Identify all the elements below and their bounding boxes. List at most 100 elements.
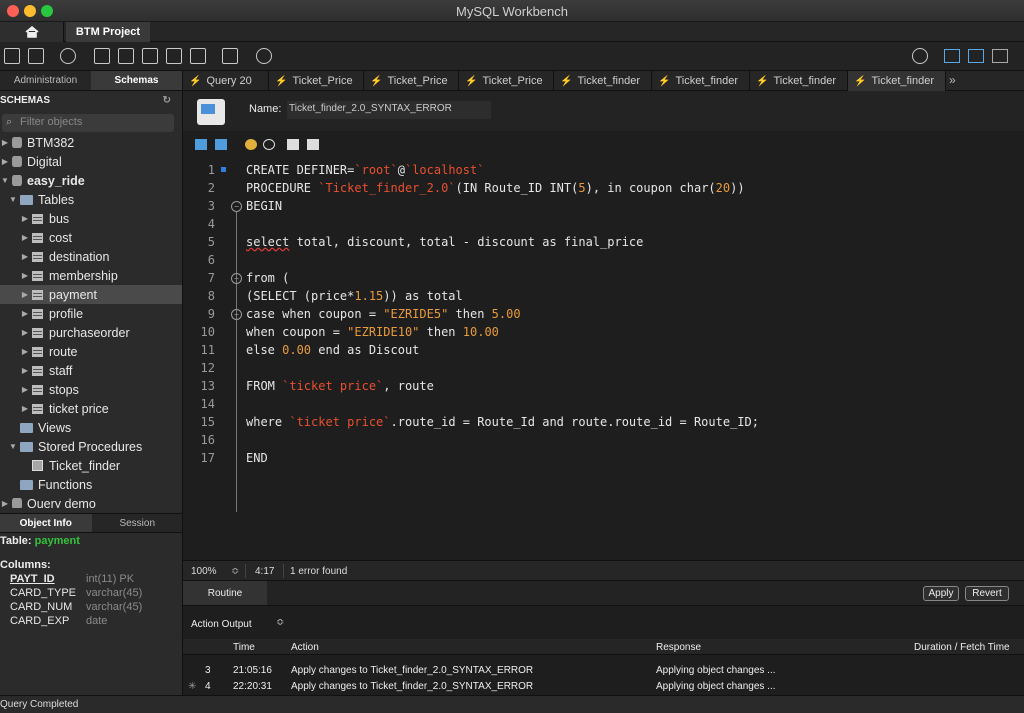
code-line[interactable]: 15 where `ticket price`.route_id = Route_… — [183, 413, 1024, 431]
schema-item[interactable]: ▶ Digital — [0, 152, 182, 171]
tab-routine[interactable]: Routine — [183, 581, 267, 606]
toggle-sidebar-icon[interactable] — [944, 49, 960, 63]
code-line[interactable]: 7 − from ( — [183, 269, 1024, 287]
save-file-icon[interactable] — [215, 139, 227, 150]
open-sql-script-icon[interactable] — [28, 48, 44, 64]
create-schema-icon[interactable] — [94, 48, 110, 64]
settings-gear-icon[interactable] — [912, 48, 928, 64]
tab-ticket-price[interactable]: ⚡ Ticket_Price — [269, 71, 364, 91]
expand-arrow-icon[interactable]: ▶ — [20, 233, 30, 242]
tree-folder[interactable]: Functions — [0, 475, 182, 494]
duration-column-header[interactable]: Duration / Fetch Time — [914, 642, 1010, 653]
collapse-arrow-icon[interactable]: ▼ — [8, 442, 18, 451]
table-item[interactable]: ▶ purchaseorder — [0, 323, 182, 342]
create-function-icon[interactable] — [190, 48, 206, 64]
routine-name-field[interactable]: Ticket_finder_2.0_SYNTAX_ERROR — [287, 101, 491, 119]
filter-objects-input[interactable]: ⌕ Filter objects — [2, 114, 174, 132]
table-item[interactable]: ▶ destination — [0, 247, 182, 266]
collapse-arrow-icon[interactable]: ▼ — [8, 195, 18, 204]
code-line[interactable]: 12 — [183, 359, 1024, 377]
create-view-icon[interactable] — [142, 48, 158, 64]
tab-object-info[interactable]: Object Info — [0, 514, 92, 532]
action-column-header[interactable]: Action — [291, 642, 319, 653]
table-item[interactable]: ▶ profile — [0, 304, 182, 323]
expand-arrow-icon[interactable]: ▶ — [20, 404, 30, 413]
search-table-data-icon[interactable] — [222, 48, 238, 64]
revert-button[interactable]: Revert — [965, 586, 1009, 601]
home-tab[interactable] — [0, 22, 64, 42]
expand-arrow-icon[interactable]: ▶ — [20, 290, 30, 299]
create-procedure-icon[interactable] — [166, 48, 182, 64]
schema-item[interactable]: ▼ easy_ride — [0, 171, 182, 190]
code-line[interactable]: 16 — [183, 431, 1024, 449]
table-item[interactable]: ▶ stops — [0, 380, 182, 399]
table-item[interactable]: ▶ bus — [0, 209, 182, 228]
tree-folder[interactable]: ▼ Tables — [0, 190, 182, 209]
find-icon[interactable] — [263, 139, 275, 150]
expand-arrow-icon[interactable]: ▶ — [20, 385, 30, 394]
beautify-icon[interactable] — [245, 139, 257, 150]
code-line[interactable]: 4 — [183, 215, 1024, 233]
zoom-stepper-icon[interactable]: ≎ — [231, 566, 239, 577]
code-line[interactable]: 11 else 0.00 end as Discout — [183, 341, 1024, 359]
code-line[interactable]: 14 — [183, 395, 1024, 413]
schema-item[interactable]: ▶ BTM382 — [0, 133, 182, 152]
new-sql-tab-icon[interactable] — [4, 48, 20, 64]
sql-editor[interactable]: 1 CREATE DEFINER=`root`@`localhost` 2 PROCE… — [183, 158, 1024, 560]
expand-arrow-icon[interactable]: ▶ — [20, 271, 30, 280]
create-table-icon[interactable] — [118, 48, 134, 64]
expand-arrow-icon[interactable]: ▶ — [20, 214, 30, 223]
code-line[interactable]: 13 FROM `ticket price`, route — [183, 377, 1024, 395]
output-row[interactable]: ✳ 4 22:20:31 Apply changes to Ticket_fin… — [183, 679, 1024, 695]
inspector-icon[interactable] — [60, 48, 76, 64]
code-line[interactable]: 1 CREATE DEFINER=`root`@`localhost` — [183, 161, 1024, 179]
code-line[interactable]: 17 END — [183, 449, 1024, 467]
zoom-level[interactable]: 100% — [191, 566, 217, 577]
fold-toggle-icon[interactable]: − — [231, 308, 242, 320]
code-line[interactable]: 6 — [183, 251, 1024, 269]
refresh-schemas-icon[interactable]: ↻ — [163, 95, 171, 106]
expand-arrow-icon[interactable]: ▶ — [20, 309, 30, 318]
word-wrap-icon[interactable] — [307, 139, 319, 150]
open-file-icon[interactable] — [195, 139, 207, 150]
code-line[interactable]: 2 PROCEDURE `Ticket_finder_2.0`(IN Route_… — [183, 179, 1024, 197]
table-item-selected[interactable]: ▶ payment — [0, 285, 182, 304]
expand-arrow-icon[interactable]: ▶ — [0, 138, 10, 147]
expand-arrow-icon[interactable]: ▶ — [20, 366, 30, 375]
reconnect-icon[interactable] — [256, 48, 272, 64]
fold-toggle-icon[interactable]: − — [231, 272, 242, 284]
tab-ticket-finder-active[interactable]: ⚡ Ticket_finder — [848, 71, 946, 91]
tab-ticket-price[interactable]: ⚡ Ticket_Price — [459, 71, 554, 91]
expand-arrow-icon[interactable]: ▶ — [0, 499, 10, 508]
tab-ticket-finder[interactable]: ⚡ Ticket_finder — [750, 71, 848, 91]
toggle-secondary-sidebar-icon[interactable] — [992, 49, 1008, 63]
output-row[interactable]: 3 21:05:16 Apply changes to Ticket_finde… — [183, 663, 1024, 679]
tab-ticket-price[interactable]: ⚡ Ticket_Price — [364, 71, 459, 91]
code-line[interactable]: 8 (SELECT (price*1.15)) as total — [183, 287, 1024, 305]
tab-ticket-finder[interactable]: ⚡ Ticket_finder — [652, 71, 750, 91]
tab-btm-project[interactable]: BTM Project — [66, 22, 150, 42]
tab-query-20[interactable]: ⚡ Query 20 — [183, 71, 269, 91]
table-item[interactable]: ▶ staff — [0, 361, 182, 380]
table-item[interactable]: ▶ ticket price — [0, 399, 182, 418]
response-column-header[interactable]: Response — [656, 642, 701, 653]
code-line[interactable]: 3 − BEGIN — [183, 197, 1024, 215]
code-line[interactable]: 9 − case when coupon = "EZRIDE5" then 5.00 — [183, 305, 1024, 323]
table-item[interactable]: ▶ route — [0, 342, 182, 361]
toggle-output-panel-icon[interactable] — [968, 49, 984, 63]
tree-folder[interactable]: ▼ Stored Procedures — [0, 437, 182, 456]
expand-arrow-icon[interactable]: ▶ — [0, 157, 10, 166]
tab-administration[interactable]: Administration — [0, 71, 91, 90]
more-tabs-button[interactable]: » — [949, 73, 956, 87]
fold-toggle-icon[interactable]: − — [231, 200, 242, 212]
table-item[interactable]: ▶ membership — [0, 266, 182, 285]
invisible-chars-icon[interactable] — [287, 139, 299, 150]
collapse-arrow-icon[interactable]: ▼ — [0, 176, 10, 185]
code-line[interactable]: 10 when coupon = "EZRIDE10" then 10.00 — [183, 323, 1024, 341]
schema-item[interactable]: ▶ Query demo — [0, 494, 182, 508]
table-item[interactable]: ▶ cost — [0, 228, 182, 247]
tab-session[interactable]: Session — [92, 514, 183, 532]
expand-arrow-icon[interactable]: ▶ — [20, 347, 30, 356]
tree-folder[interactable]: Views — [0, 418, 182, 437]
tab-schemas[interactable]: Schemas — [91, 71, 182, 90]
